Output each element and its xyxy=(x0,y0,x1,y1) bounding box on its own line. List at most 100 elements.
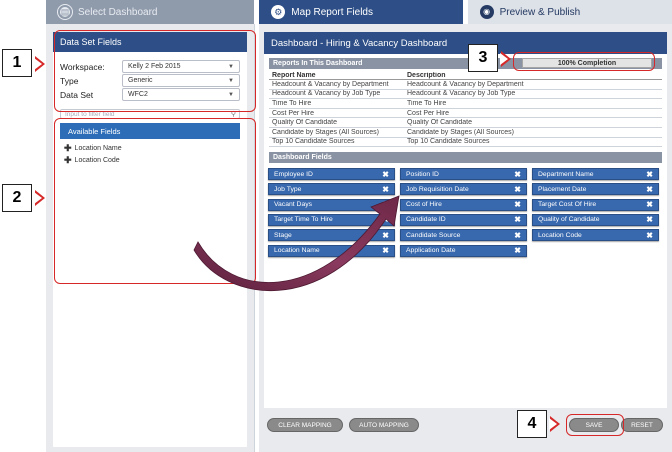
report-description: Quality Of Candidate xyxy=(407,119,472,127)
reports-header-label: Reports In This Dashboard xyxy=(273,60,363,67)
remove-field-icon[interactable]: ✖ xyxy=(646,231,653,240)
dashboard-field-label: Placement Date xyxy=(538,185,587,193)
dashboard-field-label: Location Name xyxy=(274,247,320,254)
report-description: Candidate by Stages (All Sources) xyxy=(407,128,514,136)
report-name: Headcount & Vacancy by Job Type xyxy=(272,90,381,98)
tab-label: Preview & Publish xyxy=(499,6,581,18)
remove-field-icon[interactable]: ✖ xyxy=(514,185,521,194)
report-name: Quality Of Candidate xyxy=(272,119,337,127)
dashboard-field-chip[interactable]: Job Type ✖ xyxy=(268,183,395,196)
remove-field-icon[interactable]: ✖ xyxy=(382,215,389,224)
dashboard-field-chip[interactable]: Location Code ✖ xyxy=(532,229,659,242)
dashboard-field-chip[interactable]: Stage ✖ xyxy=(268,229,395,242)
annotation-number-4: 4 xyxy=(517,410,547,438)
remove-field-icon[interactable]: ✖ xyxy=(514,246,521,255)
dashboard-icon: ▤ xyxy=(58,5,72,19)
report-description: Headcount & Vacancy by Department xyxy=(407,80,524,88)
dashboard-field-chip[interactable]: Candidate Source ✖ xyxy=(400,229,527,242)
dashboard-field-label: Candidate Source xyxy=(406,231,461,239)
dashboard-field-label: Quality of Candidate xyxy=(538,216,600,224)
report-description: Headcount & Vacancy by Job Type xyxy=(407,90,516,98)
dashboard-field-label: Vacant Days xyxy=(274,201,313,209)
dashboard-field-chip[interactable]: Candidate ID ✖ xyxy=(400,213,527,226)
dashboard-field-chip[interactable]: Location Name ✖ xyxy=(268,244,395,257)
remove-field-icon[interactable]: ✖ xyxy=(646,185,653,194)
report-name: Time To Hire xyxy=(272,99,312,107)
dashboard-field-label: Cost of Hire xyxy=(406,201,442,209)
report-name: Candidate by Stages (All Sources) xyxy=(272,128,379,136)
dashboard-field-chip[interactable]: Target Cost Of Hire ✖ xyxy=(532,198,659,211)
dashboard-field-chip[interactable]: Cost of Hire ✖ xyxy=(400,198,527,211)
table-row: Top 10 Candidate Sources Top 10 Candidate… xyxy=(269,138,662,148)
remove-field-icon[interactable]: ✖ xyxy=(382,170,389,179)
eye-icon: ◉ xyxy=(479,5,494,19)
dashboard-field-label: Job Requisition Date xyxy=(406,185,469,193)
annotation-arrow-4 xyxy=(549,416,560,432)
dashboard-field-chip[interactable]: Department Name ✖ xyxy=(532,168,659,180)
remove-field-icon[interactable]: ✖ xyxy=(514,170,521,179)
table-row: Time To Hire Time To Hire xyxy=(269,99,662,109)
remove-field-icon[interactable]: ✖ xyxy=(514,200,521,209)
annotation-box-3 xyxy=(513,52,655,71)
screen: ▤ Select Dashboard ⚙ Map Report Fields ◉… xyxy=(0,0,672,452)
annotation-arrow-1 xyxy=(34,56,45,72)
table-row: Headcount & Vacancy by Department Headcou… xyxy=(269,80,662,90)
dashboard-field-label: Location Code xyxy=(538,231,582,239)
table-row: Headcount & Vacancy by Job Type Headcount… xyxy=(269,90,662,100)
tab-label: Select Dashboard xyxy=(78,6,158,18)
auto-mapping-button[interactable]: AUTO MAPPING xyxy=(349,418,419,432)
remove-field-icon[interactable]: ✖ xyxy=(646,200,653,209)
table-row: Cost Per Hire Cost Per Hire xyxy=(269,109,662,119)
column-header: Description xyxy=(407,72,446,79)
remove-field-icon[interactable]: ✖ xyxy=(514,215,521,224)
dashboard-field-chip[interactable]: Placement Date ✖ xyxy=(532,183,659,196)
remove-field-icon[interactable]: ✖ xyxy=(514,231,521,240)
tab-map-report-fields[interactable]: ⚙ Map Report Fields xyxy=(259,0,463,24)
panel-title: Dashboard - Hiring & Vacancy Dashboard xyxy=(264,32,667,54)
annotation-number-1: 1 xyxy=(2,49,32,77)
remove-field-icon[interactable]: ✖ xyxy=(646,215,653,224)
reset-button[interactable]: RESET xyxy=(621,418,663,432)
remove-field-icon[interactable]: ✖ xyxy=(382,246,389,255)
clear-mapping-button[interactable]: CLEAR MAPPING xyxy=(267,418,343,432)
report-description: Time To Hire xyxy=(407,99,447,107)
dashboard-field-label: Target Cost Of Hire xyxy=(538,201,597,209)
dashboard-fields-header: Dashboard Fields xyxy=(269,152,662,163)
annotation-box-4 xyxy=(566,414,624,436)
remove-field-icon[interactable]: ✖ xyxy=(382,185,389,194)
dashboard-fields-label: Dashboard Fields xyxy=(273,154,332,161)
tab-preview-publish[interactable]: ◉ Preview & Publish xyxy=(467,0,672,24)
dashboard-field-label: Stage xyxy=(274,231,292,239)
dashboard-field-label: Job Type xyxy=(274,185,302,193)
dashboard-field-label: Application Date xyxy=(406,247,456,254)
remove-field-icon[interactable]: ✖ xyxy=(382,200,389,209)
annotation-number-3: 3 xyxy=(468,44,498,72)
dashboard-field-chip[interactable]: Quality of Candidate ✖ xyxy=(532,213,659,226)
table-row: Candidate by Stages (All Sources) Candida… xyxy=(269,128,662,138)
dashboard-field-label: Candidate ID xyxy=(406,216,446,224)
gear-icon: ⚙ xyxy=(271,5,286,19)
dashboard-field-label: Employee ID xyxy=(274,170,313,178)
table-row: Quality Of Candidate Quality Of Candidate xyxy=(269,118,662,128)
remove-field-icon[interactable]: ✖ xyxy=(646,170,653,179)
annotation-arrow-2 xyxy=(34,190,45,206)
wizard-tabs: ▤ Select Dashboard ⚙ Map Report Fields ◉… xyxy=(46,0,672,24)
report-description: Cost Per Hire xyxy=(407,109,450,117)
dashboard-panel: Dashboard - Hiring & Vacancy Dashboard R… xyxy=(259,24,672,452)
remove-field-icon[interactable]: ✖ xyxy=(382,231,389,240)
column-header: Report Name xyxy=(272,72,316,79)
dashboard-field-chip[interactable]: Position ID ✖ xyxy=(400,168,527,180)
dashboard-field-chip[interactable]: Job Requisition Date ✖ xyxy=(400,183,527,196)
tab-select-dashboard[interactable]: ▤ Select Dashboard xyxy=(46,0,255,24)
annotation-box-1 xyxy=(54,30,256,112)
report-name: Cost Per Hire xyxy=(272,109,315,117)
dashboard-field-chip[interactable]: Application Date ✖ xyxy=(400,244,527,257)
dashboard-field-chip[interactable]: Employee ID ✖ xyxy=(268,168,395,180)
report-description: Top 10 Candidate Sources xyxy=(407,138,490,146)
dashboard-field-chip[interactable]: Vacant Days ✖ xyxy=(268,198,395,211)
dashboard-field-label: Target Time To Hire xyxy=(274,216,333,224)
table-header: Report Name Description xyxy=(269,72,662,80)
annotation-number-2: 2 xyxy=(2,184,32,212)
dashboard-field-chip[interactable]: Target Time To Hire ✖ xyxy=(268,213,395,226)
reports-table: Report Name Description Headcount & Vaca… xyxy=(269,72,662,148)
